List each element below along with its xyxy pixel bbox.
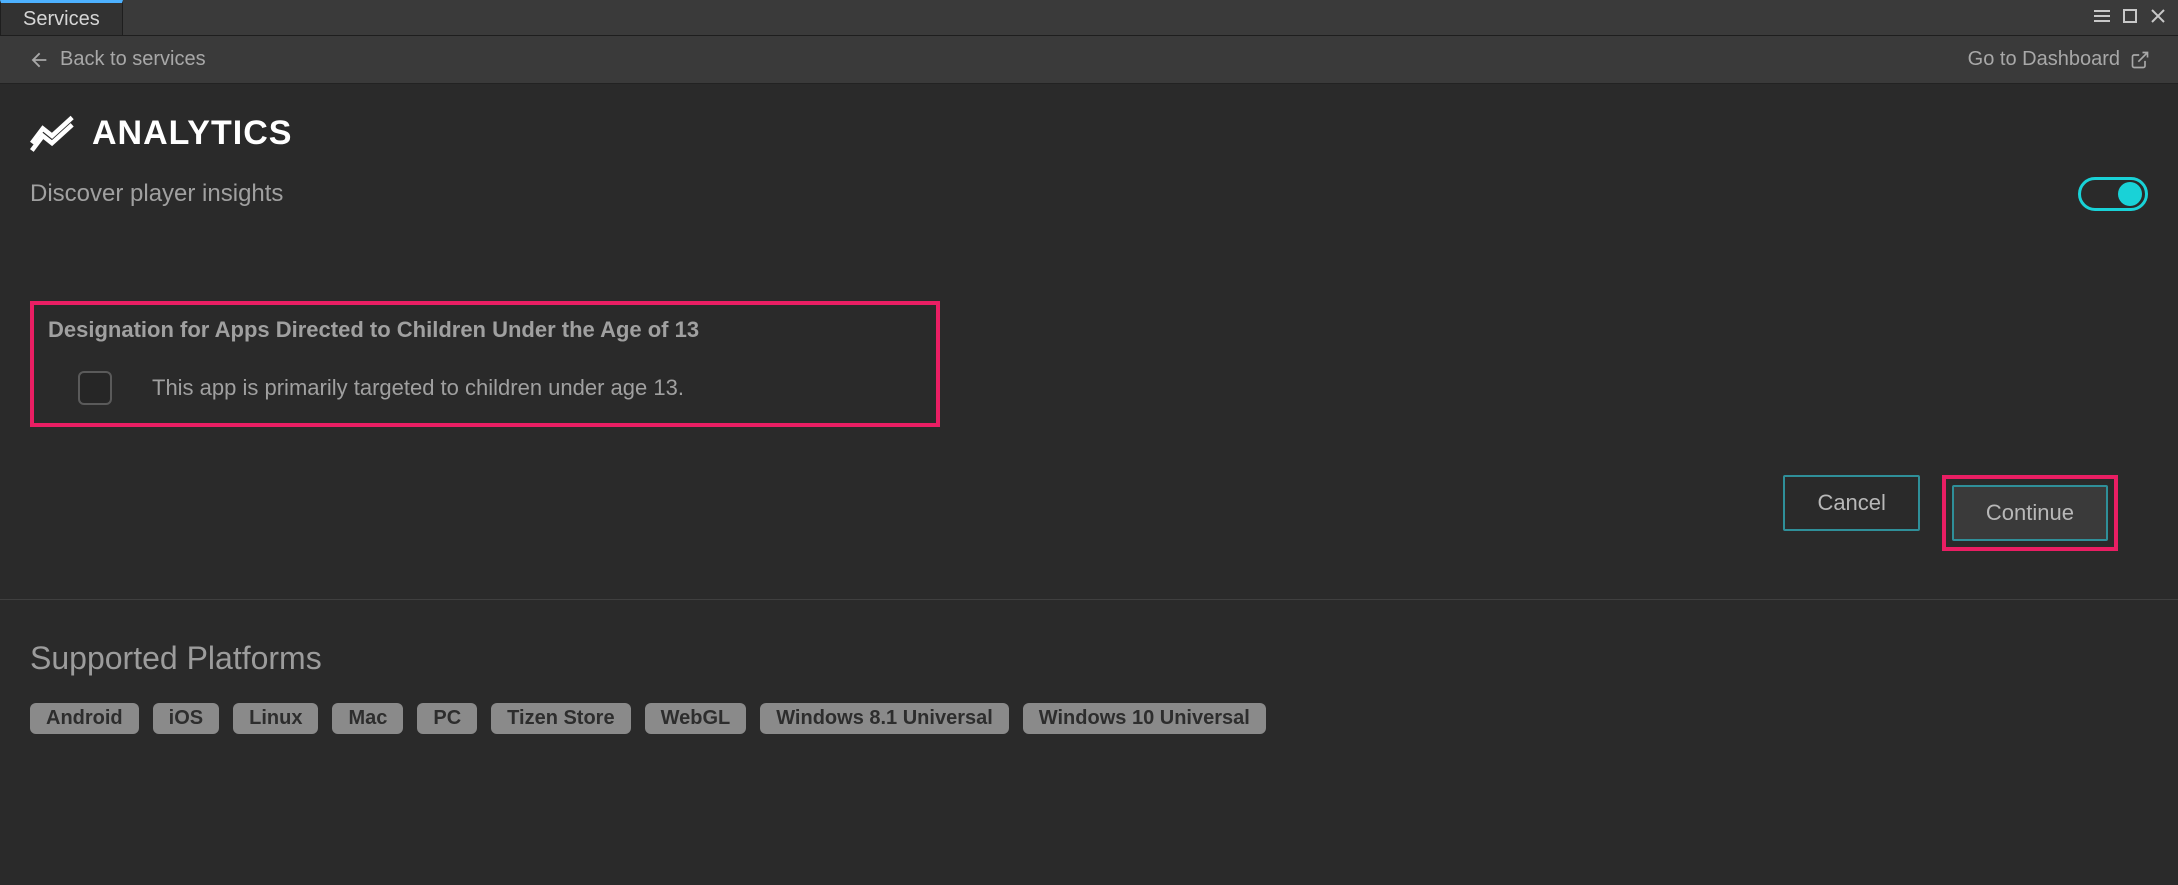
coppa-checkbox-row: This app is primarily targeted to childr… [48, 371, 922, 405]
arrow-left-icon [28, 49, 50, 71]
dashboard-label: Go to Dashboard [1968, 48, 2120, 71]
platform-chip: Windows 10 Universal [1023, 703, 1266, 734]
platform-chip-row: Android iOS Linux Mac PC Tizen Store WebGL Wind… [30, 703, 2148, 734]
toggle-knob [2118, 182, 2142, 206]
platform-chip: Linux [233, 703, 318, 734]
platform-chip: Android [30, 703, 139, 734]
tab-services[interactable]: Services [0, 0, 123, 35]
service-enable-toggle[interactable] [2078, 177, 2148, 211]
platform-chip: Tizen Store [491, 703, 630, 734]
service-subtitle-row: Discover player insights [30, 177, 2148, 211]
close-icon[interactable] [2148, 6, 2168, 26]
back-label: Back to services [60, 48, 206, 71]
breadcrumb-bar: Back to services Go to Dashboard [0, 36, 2178, 84]
back-to-services-link[interactable]: Back to services [28, 48, 206, 71]
window-menu-icon[interactable] [2092, 6, 2112, 26]
coppa-designation-section: Designation for Apps Directed to Childre… [30, 301, 2148, 427]
tab-label: Services [23, 8, 100, 31]
service-tagline: Discover player insights [30, 180, 283, 208]
analytics-icon [30, 115, 74, 153]
action-row: Cancel Continue [30, 475, 2148, 551]
coppa-designation-highlight: Designation for Apps Directed to Childre… [30, 301, 940, 427]
coppa-heading: Designation for Apps Directed to Childre… [48, 317, 922, 343]
supported-platforms-heading: Supported Platforms [30, 640, 2148, 677]
external-link-icon [2130, 50, 2150, 70]
supported-platforms-section: Supported Platforms Android iOS Linux Mac PC… [0, 600, 2178, 764]
continue-button[interactable]: Continue [1952, 485, 2108, 541]
go-to-dashboard-link[interactable]: Go to Dashboard [1968, 48, 2150, 71]
tab-bar: Services [0, 0, 2178, 36]
coppa-checkbox-label: This app is primarily targeted to childr… [152, 375, 684, 401]
platform-chip: WebGL [645, 703, 747, 734]
cancel-button[interactable]: Cancel [1783, 475, 1919, 531]
maximize-icon[interactable] [2120, 6, 2140, 26]
platform-chip: PC [417, 703, 477, 734]
service-header: ANALYTICS [30, 114, 2148, 153]
cancel-button-label: Cancel [1817, 490, 1885, 516]
service-title: ANALYTICS [92, 114, 292, 153]
platform-chip: Mac [332, 703, 403, 734]
coppa-checkbox[interactable] [78, 371, 112, 405]
window-controls [2092, 6, 2168, 26]
continue-button-highlight: Continue [1942, 475, 2118, 551]
platform-chip: Windows 8.1 Universal [760, 703, 1009, 734]
service-panel: ANALYTICS Discover player insights Desig… [0, 84, 2178, 551]
platform-chip: iOS [153, 703, 219, 734]
continue-button-label: Continue [1986, 500, 2074, 526]
